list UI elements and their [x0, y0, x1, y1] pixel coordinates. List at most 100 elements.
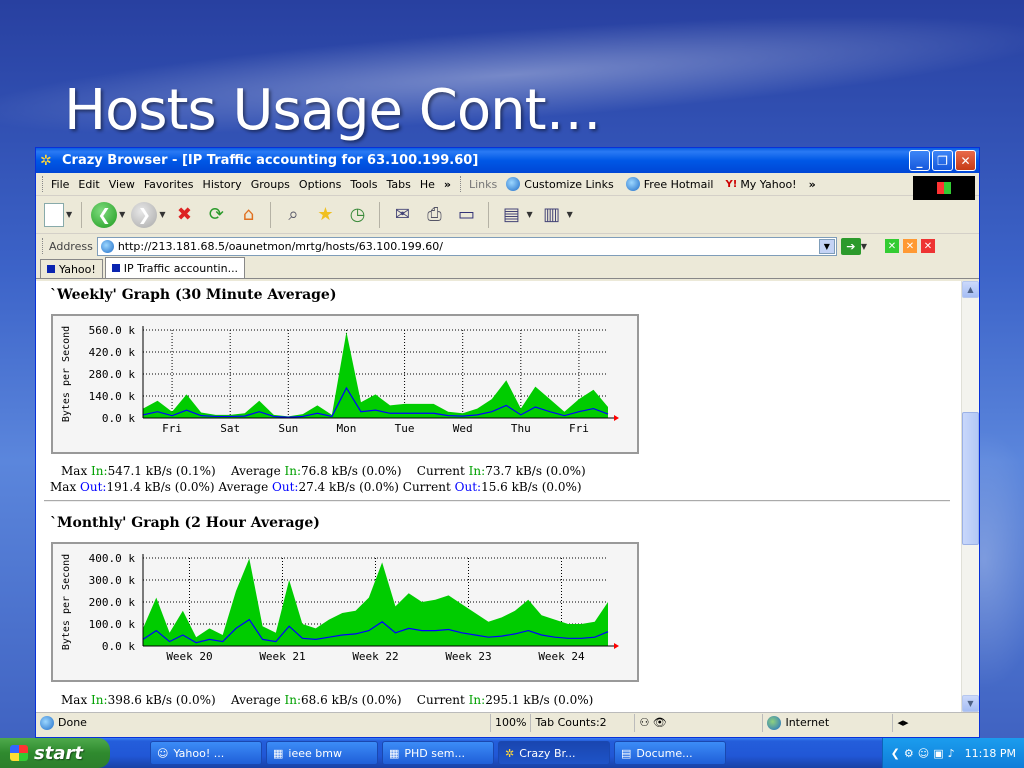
taskbar: start ☺ Yahoo! ... ▦ ieee bmw ▦ PHD sem.…	[0, 738, 1024, 768]
weekly-graph-title: `Weekly' Graph (30 Minute Average)	[50, 287, 337, 303]
x-tick-label: Mon	[337, 422, 357, 435]
menu-file[interactable]: File	[51, 178, 69, 191]
window-titlebar[interactable]: ✲ Crazy Browser - [IP Traffic accounting…	[36, 148, 979, 173]
layout-dropdown-icon[interactable]: ▼	[526, 210, 532, 219]
y-tick-label: 200.0 k	[89, 596, 136, 609]
search-icon[interactable]: ⌕	[280, 202, 306, 228]
new-dropdown-icon[interactable]: ▼	[66, 210, 72, 219]
tile-green-icon[interactable]: ✕	[884, 239, 899, 253]
scroll-down-icon[interactable]: ▼	[962, 695, 979, 712]
section-divider	[44, 500, 950, 502]
tray-expand-icon[interactable]: ❮	[891, 747, 900, 760]
x-tick-label: Week 24	[538, 650, 585, 663]
edit-page-icon[interactable]: ▭	[453, 202, 479, 228]
new-page-icon[interactable]	[44, 202, 64, 227]
menu-help[interactable]: He	[420, 178, 435, 191]
y-tick-label: 100.0 k	[89, 618, 136, 631]
y-axis-label: Bytes per Second	[61, 326, 72, 422]
go-dropdown-icon[interactable]: ▼	[861, 242, 867, 251]
tray-display-icon[interactable]: ▣	[933, 747, 943, 760]
tile-orange-icon[interactable]: ✕	[902, 239, 917, 253]
y-tick-label: 0.0 k	[102, 412, 135, 425]
menu-tabs[interactable]: Tabs	[386, 178, 410, 191]
close-button[interactable]: ✕	[955, 150, 976, 171]
ie-page-icon	[506, 177, 521, 191]
browser-window: ✲ Crazy Browser - [IP Traffic accounting…	[35, 147, 980, 738]
tiles-icon[interactable]: ▥	[539, 202, 565, 228]
mail-icon[interactable]: ✉	[389, 202, 415, 228]
vertical-scrollbar[interactable]: ▲ ▼	[961, 281, 979, 712]
tile-red-icon[interactable]: ✕	[920, 239, 935, 253]
menu-history[interactable]: History	[203, 178, 242, 191]
forward-button[interactable]: ❯	[131, 201, 158, 228]
toolbar-grip[interactable]	[42, 176, 45, 192]
tiles-dropdown-icon[interactable]: ▼	[567, 210, 573, 219]
task-crazy-browser[interactable]: ✲ Crazy Br...	[498, 741, 610, 765]
layout-icon[interactable]: ▤	[498, 202, 524, 228]
toolbar-grip[interactable]	[460, 176, 463, 192]
menu-tools[interactable]: Tools	[350, 178, 377, 191]
scroll-thumb[interactable]	[962, 412, 979, 545]
tab-ip-traffic[interactable]: IP Traffic accountin...	[104, 257, 246, 278]
globe-icon	[767, 715, 782, 730]
link-customize-links[interactable]: Customize Links	[506, 177, 614, 191]
scroll-up-icon[interactable]: ▲	[962, 281, 979, 298]
x-tick-label: Week 23	[445, 650, 491, 663]
task-phd-sem[interactable]: ▦ PHD sem...	[382, 741, 494, 765]
menu-more-chevron[interactable]: »	[444, 178, 451, 191]
tray-network-icon[interactable]: ⚙	[904, 747, 914, 760]
link-free-hotmail[interactable]: Free Hotmail	[625, 177, 714, 191]
yahoo-messenger-icon: ☺	[157, 746, 169, 760]
monthly-graph-title: `Monthly' Graph (2 Hour Average)	[50, 515, 320, 531]
ie-page-icon	[40, 715, 54, 730]
forward-dropdown-icon[interactable]: ▼	[159, 210, 165, 219]
favorites-star-icon[interactable]: ★	[312, 202, 338, 228]
menu-groups[interactable]: Groups	[251, 178, 290, 191]
toolbar-separator	[488, 201, 490, 228]
address-input[interactable]: http://213.181.68.5/oaunetmon/mrtg/hosts…	[96, 236, 837, 256]
status-network-icon: ⚇ 👁	[635, 713, 764, 732]
tab-strip: Yahoo! IP Traffic accountin...	[36, 257, 979, 279]
weekly-traffic-chart: Bytes per Second 0.0 k 140.0 k 280.0 k 420.0…	[61, 324, 619, 435]
tray-volume-icon[interactable]: ♪	[948, 747, 955, 760]
stop-icon[interactable]: ✖	[171, 202, 197, 228]
menu-edit[interactable]: Edit	[78, 178, 99, 191]
minimize-button[interactable]: _	[909, 150, 930, 171]
menu-view[interactable]: View	[109, 178, 135, 191]
print-icon[interactable]: ⎙	[421, 202, 447, 228]
tray-messenger-icon[interactable]: ☺	[918, 747, 929, 760]
task-documents[interactable]: ▤ Docume...	[614, 741, 726, 765]
x-tick-label: Wed	[453, 422, 473, 435]
page-content: `Weekly' Graph (30 Minute Average) Bytes…	[36, 281, 961, 712]
menu-favorites[interactable]: Favorites	[144, 178, 194, 191]
status-nav-icon[interactable]: ◂▸	[893, 714, 912, 732]
status-zoom[interactable]: 100%	[491, 713, 532, 732]
address-url: http://213.181.68.5/oaunetmon/mrtg/hosts…	[117, 239, 443, 253]
x-tick-label: Sun	[278, 422, 298, 435]
status-zone: Internet	[763, 713, 894, 732]
y-tick-label: 140.0 k	[89, 390, 136, 403]
crazy-browser-icon: ✲	[40, 152, 52, 169]
link-my-yahoo[interactable]: Y! My Yahoo!	[726, 178, 797, 191]
links-more-chevron[interactable]: »	[809, 178, 816, 191]
folder-icon: ▤	[621, 746, 632, 760]
slide-title: Hosts Usage Cont…	[64, 78, 602, 143]
x-tick-label: Week 20	[166, 650, 212, 663]
home-icon[interactable]: ⌂	[235, 202, 261, 228]
start-button[interactable]: start	[0, 738, 110, 768]
restore-button[interactable]: ❐	[932, 150, 953, 171]
status-done: Done	[36, 713, 491, 732]
toolbar-grip[interactable]	[42, 238, 45, 254]
task-yahoo[interactable]: ☺ Yahoo! ...	[150, 741, 262, 765]
back-dropdown-icon[interactable]: ▼	[119, 210, 125, 219]
refresh-icon[interactable]: ⟳	[203, 202, 229, 228]
go-button[interactable]: ➔	[840, 237, 861, 255]
task-ieee-bmw[interactable]: ▦ ieee bmw	[266, 741, 378, 765]
address-dropdown-icon[interactable]: ▼	[818, 238, 835, 254]
y-tick-label: 280.0 k	[89, 368, 136, 381]
menu-options[interactable]: Options	[299, 178, 341, 191]
status-bar: Done 100% Tab Counts:2 ⚇ 👁 Internet ◂▸	[36, 712, 979, 732]
tab-yahoo[interactable]: Yahoo!	[40, 259, 103, 278]
back-button[interactable]: ❮	[91, 201, 118, 228]
history-icon[interactable]: ◷	[344, 202, 370, 228]
